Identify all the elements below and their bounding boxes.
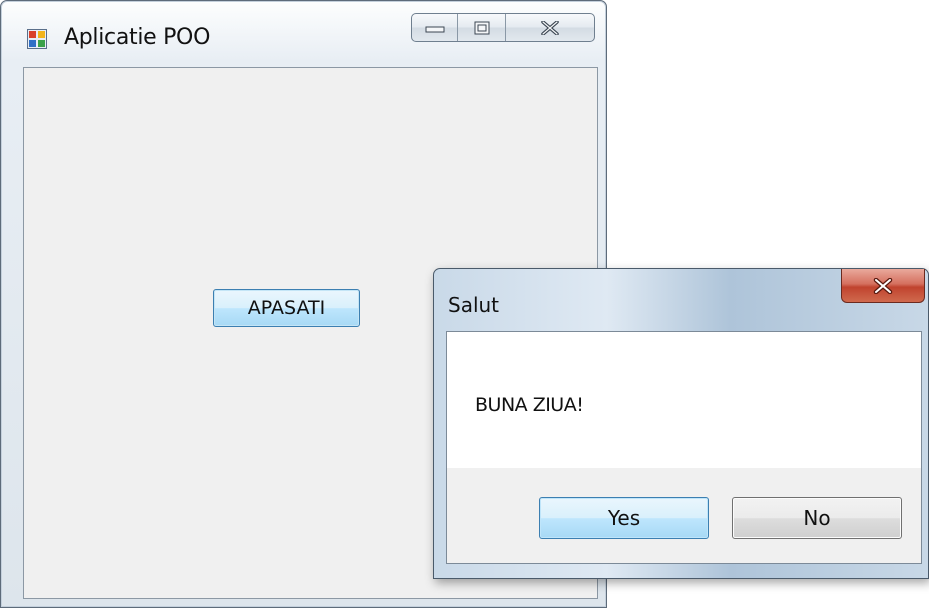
dialog-close-button[interactable] [841, 269, 925, 303]
window-title: Aplicatie POO [64, 25, 211, 50]
app-icon [27, 29, 47, 49]
main-titlebar[interactable]: Aplicatie POO [1, 1, 606, 63]
apasati-button[interactable]: APASATI [213, 289, 360, 327]
dialog-message: BUNA ZIUA! [475, 394, 584, 416]
caption-buttons [411, 13, 595, 42]
dialog-client-area: BUNA ZIUA! Yes No [446, 331, 922, 564]
minimize-button[interactable] [412, 14, 458, 41]
dialog-title: Salut [448, 293, 500, 317]
maximize-button[interactable] [458, 14, 506, 41]
yes-button[interactable]: Yes [539, 497, 709, 539]
no-button[interactable]: No [732, 497, 902, 539]
dialog-message-area: BUNA ZIUA! [447, 332, 921, 468]
message-dialog: Salut BUNA ZIUA! Yes No [433, 268, 929, 579]
close-button[interactable] [506, 14, 594, 41]
